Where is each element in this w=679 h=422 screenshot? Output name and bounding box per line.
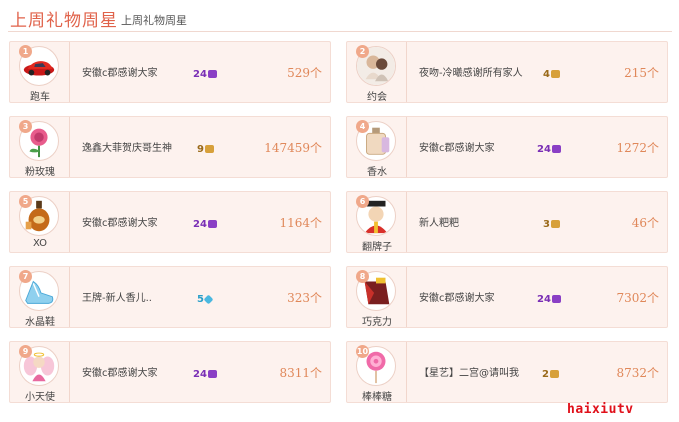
gift-star-card-2[interactable]: 2 约会 夜吻-冷曦感谢所有家人 4 215个 <box>346 41 668 103</box>
level-number: 4 <box>543 69 550 80</box>
gift-cell: 9 小天使 <box>10 342 70 403</box>
section-subtitle: 上周礼物周星 <box>121 14 187 27</box>
crown-level-icon <box>551 295 561 303</box>
gift-cell: 4 香水 <box>347 117 407 178</box>
gift-count: 215个 <box>624 66 659 80</box>
section-title: 上周礼物周星 <box>10 11 118 31</box>
gift-name: 约会 <box>367 92 387 103</box>
rank-badge: 7 <box>19 270 32 283</box>
gift-count: 323个 <box>287 291 322 305</box>
level-number: 24 <box>537 294 551 305</box>
user-level: 9 <box>197 144 214 155</box>
user-name[interactable]: 安徽c郡感谢大家 <box>419 139 495 154</box>
crown-level-icon <box>207 370 217 378</box>
gift-star-card-1[interactable]: 1 跑车 安徽c郡感谢大家 24 529个 <box>9 41 331 103</box>
level-number: 24 <box>193 69 207 80</box>
rank-badge: 8 <box>356 270 369 283</box>
crown-level-icon <box>207 220 217 228</box>
gift-name: 香水 <box>367 167 387 178</box>
user-level: 3 <box>543 219 560 230</box>
gift-cell: 6 翻牌子 <box>347 192 407 253</box>
user-level: 24 <box>537 294 561 305</box>
diamond-level-icon <box>203 294 214 305</box>
crown-level-icon <box>549 370 559 378</box>
level-number: 24 <box>537 144 551 155</box>
crown-level-icon <box>204 145 214 153</box>
user-level: 24 <box>193 219 217 230</box>
gift-count: 8732个 <box>616 366 659 380</box>
gift-count: 1164个 <box>279 216 322 230</box>
gift-star-card-5[interactable]: 5 XO 安徽c郡感谢大家 24 1164个 <box>9 191 331 253</box>
crown-level-icon <box>550 70 560 78</box>
rank-badge: 4 <box>356 120 369 133</box>
level-number: 5 <box>197 294 204 305</box>
gift-cell: 8 巧克力 <box>347 267 407 328</box>
rank-badge: 2 <box>356 45 369 58</box>
crown-level-icon <box>207 70 217 78</box>
crown-level-icon <box>550 220 560 228</box>
user-name[interactable]: 新人粑粑 <box>419 214 459 229</box>
user-name[interactable]: 安徽c郡感谢大家 <box>82 364 158 379</box>
user-name[interactable]: 安徽c郡感谢大家 <box>82 214 158 229</box>
rank-badge: 10 <box>356 345 369 358</box>
gift-star-card-9[interactable]: 9 小天使 安徽c郡感谢大家 24 8311个 <box>9 341 331 403</box>
gift-name: 粉玫瑰 <box>25 167 55 178</box>
gift-count: 529个 <box>287 66 322 80</box>
gift-cell: 5 XO <box>10 192 70 252</box>
gift-star-card-10[interactable]: 10 棒棒糖 【星艺】二宫@请叫我 2 8732个 <box>346 341 668 403</box>
gift-name: XO <box>32 238 48 249</box>
gift-star-card-7[interactable]: 7 水晶鞋 王牌-新人香儿.. 5 323个 <box>9 266 331 328</box>
gift-cell: 3 粉玫瑰 <box>10 117 70 178</box>
gift-count: 7302个 <box>616 291 659 305</box>
user-name[interactable]: 安徽c郡感谢大家 <box>419 289 495 304</box>
gift-cell: 7 水晶鞋 <box>10 267 70 328</box>
level-number: 24 <box>193 219 207 230</box>
gift-name: 翻牌子 <box>362 242 392 253</box>
gift-name: 巧克力 <box>362 317 392 328</box>
level-number: 2 <box>542 369 549 380</box>
gift-name: 水晶鞋 <box>25 317 55 328</box>
section-header: 上周礼物周星 上周礼物周星 <box>8 6 672 32</box>
rank-badge: 3 <box>19 120 32 133</box>
gift-cell: 10 棒棒糖 <box>347 342 407 403</box>
gift-count: 46个 <box>631 216 659 230</box>
gift-name: 跑车 <box>30 92 50 103</box>
user-name[interactable]: 王牌-新人香儿.. <box>82 289 152 304</box>
user-name[interactable]: 【星艺】二宫@请叫我 <box>419 364 519 379</box>
gift-star-card-6[interactable]: 6 翻牌子 新人粑粑 3 46个 <box>346 191 668 253</box>
gift-count: 1272个 <box>616 141 659 155</box>
gift-cell: 2 约会 <box>347 42 407 103</box>
rank-badge: 9 <box>19 345 32 358</box>
rank-badge: 1 <box>19 45 32 58</box>
level-number: 3 <box>543 219 550 230</box>
user-name[interactable]: 逸鑫大菲贺庆哥生神 <box>82 139 172 154</box>
rank-badge: 5 <box>19 195 32 208</box>
user-level: 24 <box>193 369 217 380</box>
rank-badge: 6 <box>356 195 369 208</box>
user-level: 2 <box>542 369 559 380</box>
user-level: 24 <box>193 69 217 80</box>
gift-count: 147459个 <box>264 141 322 155</box>
gift-star-card-4[interactable]: 4 香水 安徽c郡感谢大家 24 1272个 <box>346 116 668 178</box>
level-number: 24 <box>193 369 207 380</box>
level-number: 9 <box>197 144 204 155</box>
user-level: 5 <box>197 294 214 305</box>
gift-name: 小天使 <box>25 392 55 403</box>
crown-level-icon <box>551 145 561 153</box>
gift-count: 8311个 <box>279 366 322 380</box>
gift-cell: 1 跑车 <box>10 42 70 103</box>
site-watermark: haixiutv <box>567 402 634 417</box>
user-name[interactable]: 安徽c郡感谢大家 <box>82 64 158 79</box>
user-level: 24 <box>537 144 561 155</box>
user-level: 4 <box>543 69 560 80</box>
user-name[interactable]: 夜吻-冷曦感谢所有家人 <box>419 64 523 79</box>
gift-star-card-3[interactable]: 3 粉玫瑰 逸鑫大菲贺庆哥生神 9 147459个 <box>9 116 331 178</box>
gift-star-card-8[interactable]: 8 巧克力 安徽c郡感谢大家 24 7302个 <box>346 266 668 328</box>
gift-name: 棒棒糖 <box>362 392 392 403</box>
